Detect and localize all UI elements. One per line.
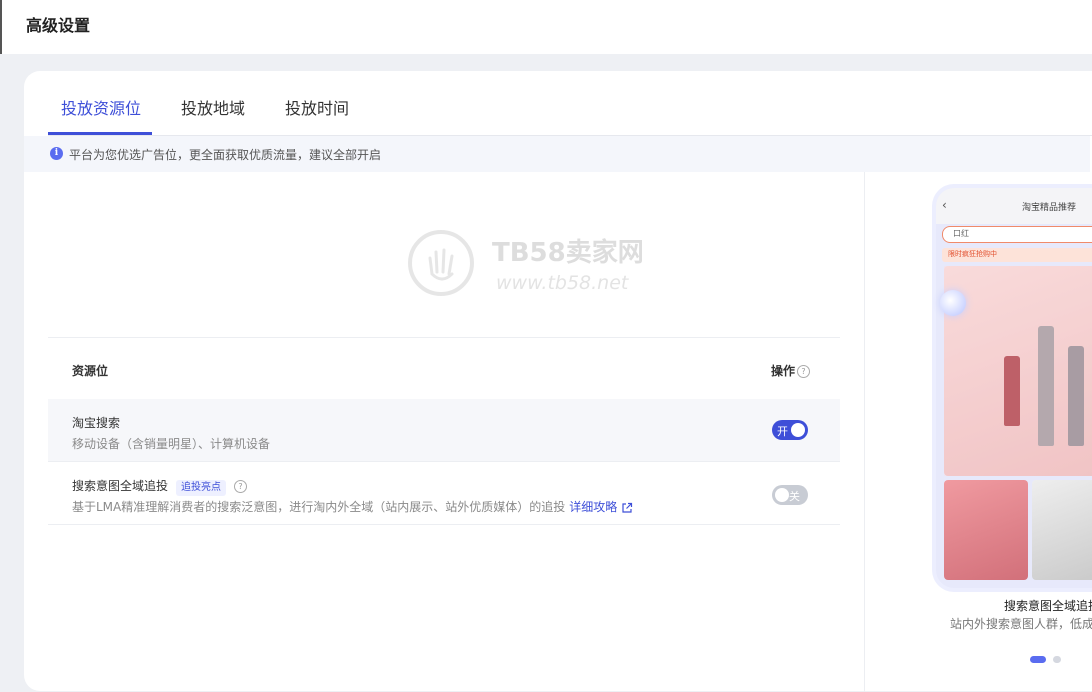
phone-search-text: 口红 xyxy=(953,229,969,238)
phone-banner-text: 限时疯狂抢购中 xyxy=(948,250,997,258)
column-action-label: 操作 xyxy=(771,364,796,378)
table-header: 资源位 操作? xyxy=(48,337,840,400)
phone-search-box: 口红 xyxy=(942,226,1092,243)
preview-caption-desc: 站内外搜索意图人群，低成 xyxy=(950,617,1092,631)
help-icon[interactable]: ? xyxy=(797,365,811,378)
top-bar: 高级设置 xyxy=(0,0,1092,54)
toggle-taobao-search[interactable]: 开 xyxy=(772,420,808,440)
vertical-divider xyxy=(864,172,865,692)
info-icon: i xyxy=(50,147,63,160)
phone-title: 淘宝精品推荐 xyxy=(1022,203,1077,213)
column-resource: 资源位 xyxy=(72,364,109,378)
row-name: 搜索意图全域追投 xyxy=(72,479,169,493)
notice-bar: i 平台为您优选广告位，更全面获取优质流量，建议全部开启 xyxy=(24,136,1090,172)
table-row: 搜索意图全域追投 追投亮点? 基于LMA精准理解消费者的搜索泛意图，进行淘内外全域… xyxy=(48,462,840,525)
table-row: 淘宝搜索 移动设备（含销量明星）、计算机设备 开 xyxy=(48,399,840,462)
notice-text: 平台为您优选广告位，更全面获取优质流量，建议全部开启 xyxy=(69,148,382,162)
row-name-line: 搜索意图全域追投 追投亮点? xyxy=(72,477,248,496)
product-image xyxy=(944,480,1028,580)
product-image xyxy=(1032,480,1092,580)
floating-bubble-icon xyxy=(940,290,966,316)
highlight-badge: 追投亮点 xyxy=(176,480,227,496)
toggle-label: 关 xyxy=(789,490,800,503)
watermark-logo-icon xyxy=(408,230,474,296)
back-arrow-icon: ‹ xyxy=(942,198,947,212)
carousel-dot[interactable] xyxy=(1053,656,1061,663)
watermark-brand: TB58卖家网 xyxy=(492,238,644,268)
product-image xyxy=(944,266,1092,476)
watermark-url: www.tb58.net xyxy=(496,272,629,294)
guide-link[interactable]: 详细攻略 xyxy=(569,500,617,514)
carousel-dot-active[interactable] xyxy=(1030,656,1046,663)
row-desc: 移动设备（含销量明星）、计算机设备 xyxy=(72,437,271,451)
tab-schedule[interactable]: 投放时间 xyxy=(285,95,349,119)
row-name: 淘宝搜索 xyxy=(72,416,121,430)
toggle-knob xyxy=(775,488,789,502)
column-action: 操作? xyxy=(771,362,811,379)
phone-banner: 限时疯狂抢购中 xyxy=(942,248,1092,262)
external-link-icon[interactable] xyxy=(621,502,633,514)
settings-panel: 投放资源位 投放地域 投放时间 i 平台为您优选广告位，更全面获取优质流量，建议… xyxy=(24,71,1092,692)
page-title: 高级设置 xyxy=(26,16,91,35)
toggle-knob xyxy=(791,423,805,437)
help-icon[interactable]: ? xyxy=(234,480,248,493)
toggle-intent-retarget[interactable]: 关 xyxy=(772,485,808,505)
watermark: TB58卖家网 www.tb58.net xyxy=(408,230,668,300)
tab-placement[interactable]: 投放资源位 xyxy=(61,95,141,119)
phone-header: ‹ 淘宝精品推荐 xyxy=(936,188,1092,224)
row-desc-line: 基于LMA精准理解消费者的搜索泛意图，进行淘内外全域（站内展示、站外优质媒体）的… xyxy=(72,498,633,515)
tab-region[interactable]: 投放地域 xyxy=(181,95,245,119)
row-desc: 基于LMA精准理解消费者的搜索泛意图，进行淘内外全域（站内展示、站外优质媒体）的… xyxy=(72,500,566,514)
preview-caption-title: 搜索意图全域追投 xyxy=(1004,599,1092,613)
toggle-label: 开 xyxy=(777,425,788,438)
phone-preview: ‹ 淘宝精品推荐 口红 限时疯狂抢购中 xyxy=(936,188,1092,588)
